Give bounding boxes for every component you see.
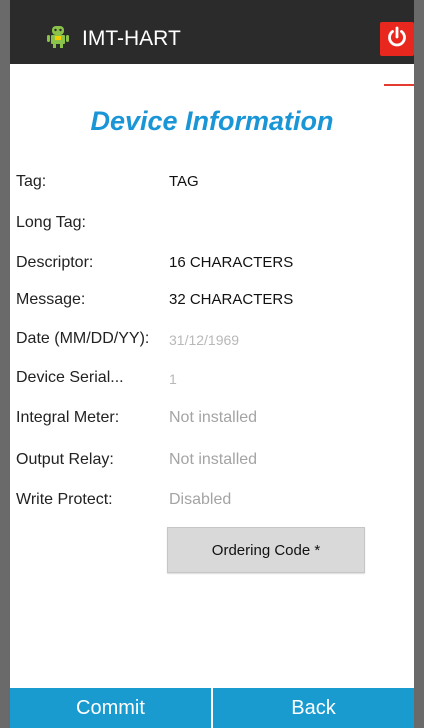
field-row-descriptor: Descriptor: 16 CHARACTERS bbox=[16, 254, 414, 278]
field-label: Output Relay: bbox=[16, 451, 114, 468]
field-row-device-serial: Device Serial... 1 bbox=[16, 369, 414, 393]
field-row-long-tag: Long Tag: bbox=[16, 214, 414, 238]
field-label: Device Serial... bbox=[16, 369, 124, 386]
field-row-integral-meter: Integral Meter: Not installed bbox=[16, 409, 414, 433]
field-value-date: 31/12/1969 bbox=[169, 332, 240, 348]
bottom-action-bar: Commit Back bbox=[10, 688, 414, 728]
screen-frame-right bbox=[414, 0, 424, 728]
field-label: Write Protect: bbox=[16, 491, 113, 508]
page-title: Device Information bbox=[90, 106, 334, 136]
field-value-message[interactable]: 32 CHARACTERS bbox=[169, 291, 293, 308]
screen-frame-left bbox=[0, 0, 10, 728]
field-row-output-relay: Output Relay: Not installed bbox=[16, 451, 414, 475]
field-label: Integral Meter: bbox=[16, 409, 120, 426]
field-value-tag[interactable]: TAG bbox=[169, 173, 199, 190]
ordering-code-button[interactable]: Ordering Code * bbox=[167, 527, 365, 573]
field-row-message: Message: 32 CHARACTERS bbox=[16, 291, 414, 315]
field-label: Descriptor: bbox=[16, 254, 94, 271]
field-value-device-serial: 1 bbox=[169, 371, 177, 387]
power-icon bbox=[385, 25, 409, 54]
android-robot-icon bbox=[46, 24, 70, 48]
field-label: Date (MM/DD/YY): bbox=[16, 330, 150, 347]
field-label: Tag: bbox=[16, 173, 47, 190]
field-row-date: Date (MM/DD/YY): 31/12/1969 bbox=[16, 330, 414, 354]
back-button[interactable]: Back bbox=[213, 688, 414, 728]
field-row-tag: Tag: TAG bbox=[16, 173, 414, 197]
field-row-write-protect: Write Protect: Disabled bbox=[16, 491, 414, 515]
field-value-descriptor[interactable]: 16 CHARACTERS bbox=[169, 254, 293, 271]
power-button[interactable] bbox=[380, 22, 414, 56]
app-title: IMT-HART bbox=[82, 27, 181, 50]
field-value-write-protect: Disabled bbox=[169, 491, 232, 508]
commit-button[interactable]: Commit bbox=[10, 688, 211, 728]
field-value-output-relay: Not installed bbox=[169, 451, 258, 468]
action-bar: IMT-HART bbox=[10, 0, 414, 64]
app-screen: IMT-HART Device Information Tag: TAG Lon… bbox=[10, 0, 414, 728]
field-label: Long Tag: bbox=[16, 214, 86, 231]
field-label: Message: bbox=[16, 291, 86, 308]
field-value-integral-meter: Not installed bbox=[169, 409, 258, 426]
red-indicator-line bbox=[384, 84, 414, 86]
